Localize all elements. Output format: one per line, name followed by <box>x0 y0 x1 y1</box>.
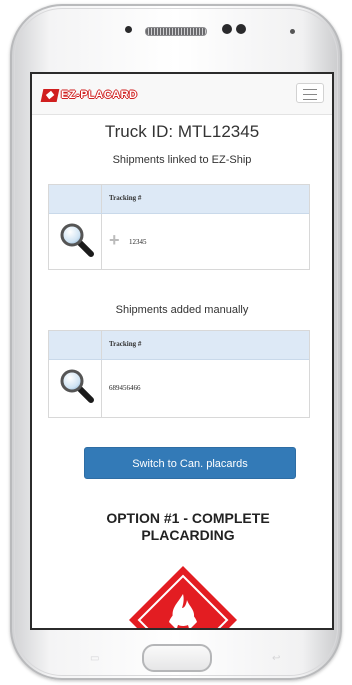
tracking-number: 12345 <box>129 238 147 246</box>
light-sensor <box>290 29 295 34</box>
home-button[interactable] <box>142 644 212 672</box>
hamburger-menu-button[interactable] <box>296 83 324 103</box>
table-row: 689456466 <box>49 360 309 418</box>
magnifier-icon[interactable] <box>59 222 95 258</box>
flammable-placard-icon <box>129 566 237 628</box>
option-title: OPTION #1 - COMPLETE PLACARDING <box>106 510 270 543</box>
tracking-number: 689456466 <box>109 384 141 392</box>
ez-placard-logo[interactable]: EZ-PLACARD <box>40 87 138 103</box>
logo-text: EZ-PLACARD <box>61 89 138 101</box>
manual-shipments-label: Shipments added manually <box>115 304 249 316</box>
linked-shipments-label: Shipments linked to EZ-Ship <box>112 154 252 166</box>
navbar: EZ-PLACARD <box>32 74 332 115</box>
manual-table-header: Tracking # <box>49 331 309 360</box>
magnifier-icon[interactable] <box>59 368 95 404</box>
linked-table-header: Tracking # <box>49 185 309 214</box>
earpiece-speaker <box>145 27 207 36</box>
linked-shipments-table: Tracking # + 12345 <box>48 184 310 270</box>
app-screen: EZ-PLACARD Truck ID: MTL12345 Shipments … <box>30 72 334 630</box>
tracking-column-header: Tracking # <box>109 194 142 202</box>
front-sensor <box>125 26 132 33</box>
recent-apps-icon[interactable]: ▭ <box>90 653 99 664</box>
expand-plus-icon[interactable]: + <box>109 230 120 251</box>
back-icon[interactable]: ↩ <box>272 653 280 664</box>
proximity-sensor <box>236 24 246 34</box>
hamburger-icon <box>303 89 317 100</box>
logo-mark-icon <box>40 88 60 102</box>
tracking-column-header: Tracking # <box>109 340 142 348</box>
switch-to-canadian-placards-button[interactable]: Switch to Can. placards <box>84 447 296 479</box>
front-camera <box>222 24 232 34</box>
manual-shipments-table: Tracking # 689456466 <box>48 330 310 418</box>
table-row: + 12345 <box>49 214 309 270</box>
truck-id-title: Truck ID: MTL12345 <box>104 122 260 141</box>
